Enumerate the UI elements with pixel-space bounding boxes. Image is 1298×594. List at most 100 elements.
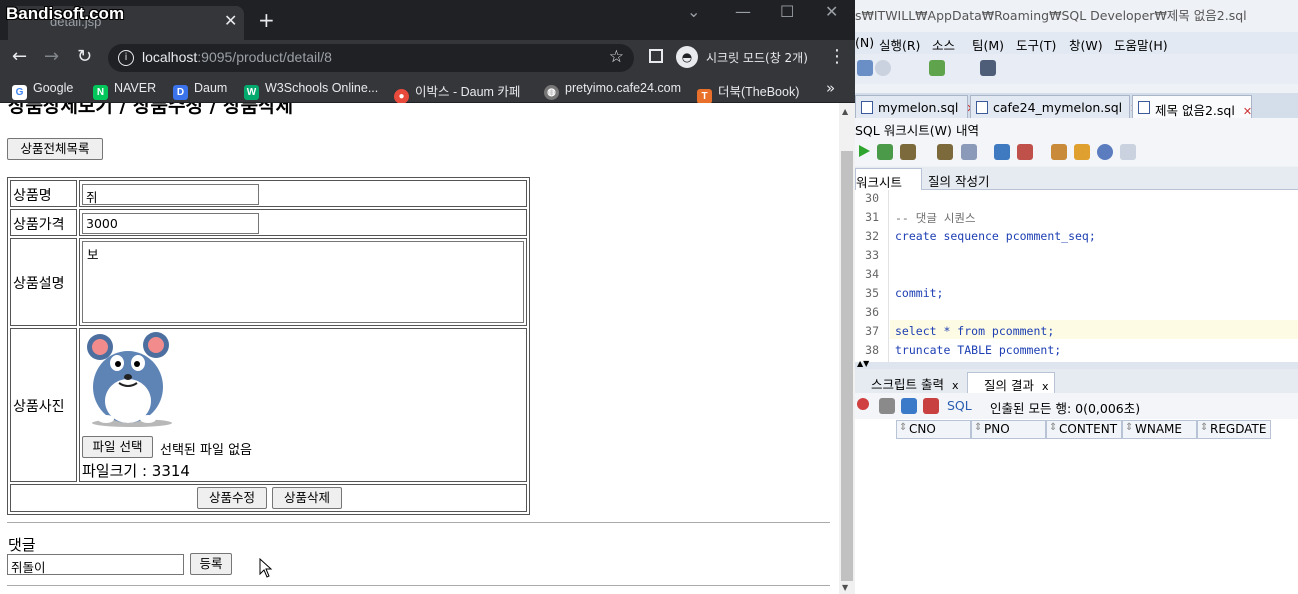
doc-tab-untitled2[interactable]: 제목 없음2.sql ✕ bbox=[1132, 95, 1252, 118]
rollback-icon[interactable] bbox=[1017, 144, 1033, 160]
reply-writer-input[interactable]: 쥐돌이 bbox=[7, 554, 184, 575]
menu-help[interactable]: 도움말(H) bbox=[1114, 35, 1168, 54]
scroll-down-icon[interactable]: ▼ bbox=[842, 583, 848, 592]
bookmark-label: W3Schools Online... bbox=[265, 81, 379, 95]
file-status-text: 선택된 파일 없음 bbox=[160, 443, 252, 458]
bookmark-thebook[interactable]: T 더북(TheBook) bbox=[697, 81, 799, 104]
product-price-input[interactable]: 3000 bbox=[82, 213, 259, 234]
product-list-button[interactable]: 상품전체목록 bbox=[7, 138, 103, 160]
menu-source[interactable]: 소스 bbox=[932, 35, 955, 54]
print-icon[interactable] bbox=[879, 398, 895, 414]
format-icon[interactable] bbox=[1120, 144, 1136, 160]
bookmark-w3schools[interactable]: W W3Schools Online... bbox=[244, 81, 378, 100]
tab-sql-worksheet[interactable]: SQL 워크시트(W) bbox=[855, 120, 952, 139]
forward-nav-icon[interactable] bbox=[875, 60, 891, 76]
new-tab-icon[interactable]: + bbox=[258, 8, 275, 32]
product-name-input[interactable]: 쥐 bbox=[82, 184, 259, 205]
reply-submit-button[interactable]: 등록 bbox=[190, 553, 232, 575]
tab-history[interactable]: 내역 bbox=[956, 120, 979, 139]
update-button[interactable]: 상품수정 bbox=[197, 487, 267, 509]
naver-icon: N bbox=[93, 85, 108, 100]
bookmark-cafe24[interactable]: ◍ pretyimo.cafe24.com bbox=[544, 81, 681, 100]
minimize-icon[interactable]: — bbox=[735, 2, 751, 21]
price-label-cell: 상품가격 bbox=[10, 209, 77, 236]
run-script-icon[interactable] bbox=[877, 144, 893, 160]
code-line: truncate TABLE pcomment; bbox=[895, 343, 1062, 357]
autotrace-icon[interactable] bbox=[900, 144, 916, 160]
page-scrollbar[interactable]: ▲ ▼ bbox=[839, 103, 855, 594]
column-header[interactable]: CONTENT bbox=[1046, 420, 1122, 439]
mouse-product-image bbox=[87, 332, 172, 427]
pin-icon[interactable] bbox=[857, 398, 869, 410]
tuning-icon[interactable] bbox=[961, 144, 977, 160]
run-statement-icon[interactable] bbox=[857, 144, 871, 158]
menu-window[interactable]: 창(W) bbox=[1069, 35, 1103, 54]
doc-tab-mymelon[interactable]: mymelon.sql✕ bbox=[855, 95, 976, 118]
daum-icon: D bbox=[173, 85, 188, 100]
globe-icon: ◍ bbox=[544, 85, 559, 100]
desc-label-cell: 상품설명 bbox=[10, 238, 77, 326]
tab-worksheet[interactable]: 워크시트 bbox=[855, 168, 922, 190]
cancel-icon[interactable] bbox=[923, 398, 939, 414]
bookmark-daum-cafe[interactable]: ● 이박스 - Daum 카페 bbox=[394, 81, 520, 104]
scroll-up-icon[interactable]: ▲ bbox=[842, 107, 848, 116]
more-bookmarks-icon[interactable]: » bbox=[826, 79, 835, 97]
photo-label: 상품사진 bbox=[13, 399, 65, 415]
browser-window: detail.jsp ✕ Bandisoft.com + ⌄ — ☐ ✕ ← →… bbox=[0, 0, 855, 594]
close-window-icon[interactable]: ✕ bbox=[825, 2, 838, 21]
tab-label: 질의 결과 bbox=[984, 378, 1034, 393]
forward-icon[interactable]: → bbox=[44, 46, 59, 67]
close-tab-icon[interactable]: x bbox=[1042, 380, 1049, 393]
bookmark-naver[interactable]: N NAVER bbox=[93, 81, 156, 100]
commit-icon[interactable] bbox=[994, 144, 1010, 160]
menu-item[interactable]: (N) bbox=[855, 35, 874, 50]
clear-icon[interactable] bbox=[1074, 144, 1090, 160]
delete-button[interactable]: 상품삭제 bbox=[272, 487, 342, 509]
unshared-sql-icon[interactable] bbox=[1051, 144, 1067, 160]
tab-script-output[interactable]: 스크립트 출력 x bbox=[855, 372, 964, 393]
back-icon[interactable]: ← bbox=[12, 46, 27, 67]
bookmark-label: Daum bbox=[194, 81, 228, 95]
sql-history-icon[interactable] bbox=[1097, 144, 1113, 160]
bookmark-label: 더북(TheBook) bbox=[718, 85, 800, 99]
address-bar[interactable]: i localhost:9095/product/detail/8 ☆ bbox=[108, 44, 634, 72]
close-tab-icon[interactable]: ✕ bbox=[1243, 105, 1252, 118]
menu-team[interactable]: 팀(M) bbox=[972, 35, 1004, 54]
cafe-icon: ● bbox=[394, 89, 409, 104]
bookmark-daum[interactable]: D Daum bbox=[173, 81, 227, 100]
tab-close-icon[interactable]: ✕ bbox=[224, 11, 237, 30]
main-toolbar bbox=[855, 54, 1298, 84]
more-menu-icon[interactable]: ⋮ bbox=[828, 46, 846, 67]
binoculars-icon[interactable] bbox=[980, 60, 996, 76]
maximize-icon[interactable]: ☐ bbox=[780, 2, 794, 21]
toolbar-icon[interactable] bbox=[857, 60, 873, 76]
refresh-icon[interactable] bbox=[901, 398, 917, 414]
column-header[interactable]: PNO bbox=[971, 420, 1046, 439]
tab-query-result[interactable]: 질의 결과 x bbox=[967, 372, 1056, 393]
close-tab-icon[interactable]: x bbox=[952, 379, 959, 392]
product-desc-textarea[interactable]: 보 bbox=[82, 241, 524, 323]
doc-tab-cafe24[interactable]: cafe24_mymelon.sql✕ bbox=[970, 95, 1139, 118]
column-header[interactable]: WNAME bbox=[1122, 420, 1197, 439]
sql-link[interactable]: SQL bbox=[947, 398, 972, 413]
reload-icon[interactable]: ↻ bbox=[77, 46, 92, 67]
menu-tools[interactable]: 도구(T) bbox=[1016, 35, 1056, 54]
scroll-thumb[interactable] bbox=[841, 151, 853, 581]
column-header[interactable]: REGDATE bbox=[1197, 420, 1271, 439]
menu-run[interactable]: 실행(R) bbox=[879, 35, 920, 54]
tab-query-builder[interactable]: 질의 작성기 bbox=[928, 171, 989, 190]
file-select-button[interactable]: 파일 선택 bbox=[82, 436, 153, 458]
action-cell: 상품수정 상품삭제 bbox=[10, 484, 527, 512]
split-divider[interactable]: ▲▼ bbox=[855, 359, 1298, 369]
bookmark-google[interactable]: G Google bbox=[12, 81, 73, 100]
site-info-icon[interactable]: i bbox=[118, 50, 134, 66]
sql-icon[interactable] bbox=[929, 60, 945, 76]
tab-search-icon[interactable]: ⌄ bbox=[687, 2, 700, 21]
incognito-indicator[interactable]: ◓ 시크릿 모드(창 2개) bbox=[676, 44, 816, 70]
column-header[interactable]: CNO bbox=[896, 420, 971, 439]
bookmark-star-icon[interactable]: ☆ bbox=[609, 47, 624, 67]
sql-editor[interactable]: 30 31 32 33 34 35 36 37 38 -- 댓글 시퀀스 cre… bbox=[855, 190, 1298, 362]
explain-icon[interactable] bbox=[937, 144, 953, 160]
side-panel-icon[interactable] bbox=[649, 49, 663, 63]
collapse-arrow-icon[interactable]: ▲▼ bbox=[857, 359, 869, 368]
